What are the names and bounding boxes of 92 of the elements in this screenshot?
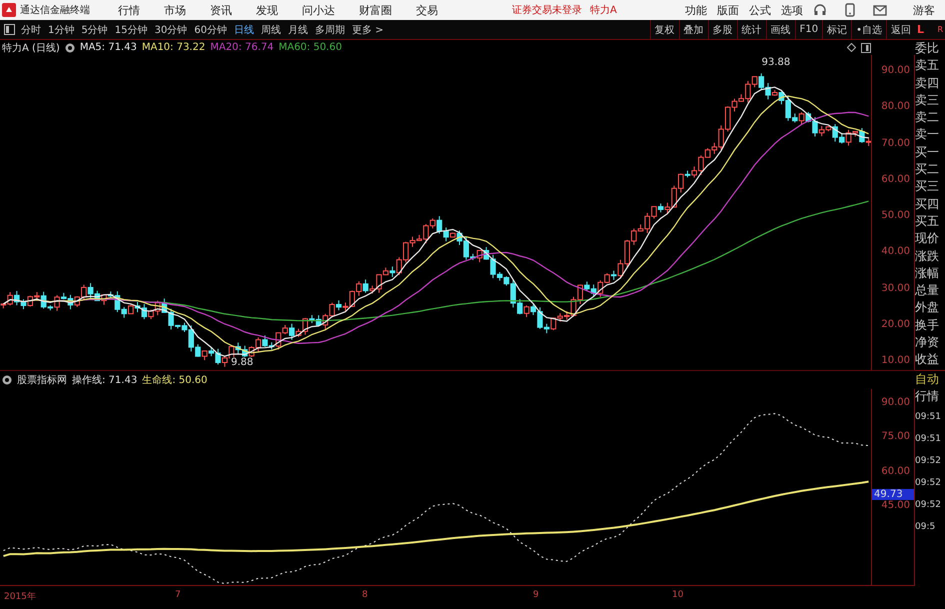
period-tab[interactable]: 分时: [21, 22, 41, 36]
headset-icon[interactable]: [813, 3, 827, 17]
panel-label: R: [937, 25, 943, 34]
quote-field-label: 买三: [915, 178, 940, 196]
price-axis-label: 20.00: [881, 318, 910, 330]
trade-time: 09:51: [915, 432, 942, 446]
menu-item[interactable]: 市场: [164, 2, 186, 18]
price-axis-label: 80.00: [881, 101, 910, 112]
high-price-label: 93.88: [760, 57, 792, 68]
quote-field-label: 涨跌: [915, 248, 940, 265]
trade-panel-label: 自动: [915, 371, 940, 388]
period-tab[interactable]: 30分钟: [154, 22, 188, 36]
quote-field-label: 收益: [915, 351, 940, 368]
quote-field-label: 外盘: [915, 299, 940, 316]
ma-value: MA60: 50.60: [278, 42, 342, 53]
period-tab[interactable]: 多周期: [314, 22, 345, 36]
current-value-marker: 49.73: [872, 489, 914, 500]
period-tab[interactable]: 周线: [260, 22, 281, 36]
quote-field-label: 卖一: [915, 126, 940, 144]
quote-field-label: 卖三: [915, 92, 940, 109]
menu-item[interactable]: 财富圈: [359, 2, 392, 18]
trade-time: 09:52: [915, 498, 942, 512]
quote-field-label: 买四: [915, 196, 940, 213]
date-axis-label: 9: [533, 590, 539, 600]
quote-field-label: 现价: [915, 230, 940, 248]
stock-name: 特力A: [590, 4, 617, 17]
menu-item[interactable]: 版面: [717, 2, 739, 18]
price-axis-label: 70.00: [881, 138, 910, 148]
trade-time: 09:51: [915, 410, 942, 424]
indicator-axis-label: 45.00: [881, 500, 910, 512]
indicator-axis-label: 90.00: [881, 397, 910, 408]
menu-item[interactable]: 选项: [781, 2, 803, 18]
menu-item[interactable]: 问小达: [302, 2, 335, 18]
indicator-value: 操作线: 71.43: [72, 374, 138, 387]
period-tab[interactable]: 5分钟: [81, 22, 108, 36]
period-tab[interactable]: 15分钟: [114, 22, 148, 36]
guest-user[interactable]: 游客: [913, 2, 935, 18]
menu-item[interactable]: 资讯: [210, 2, 232, 18]
phone-icon[interactable]: [845, 3, 855, 17]
quote-field-label: 净资: [915, 334, 940, 352]
menu-item[interactable]: 公式: [749, 2, 771, 18]
quote-field-label: 委比: [915, 40, 940, 57]
diamond-icon[interactable]: [847, 43, 856, 52]
app-title: 通达信金融终端: [20, 4, 90, 17]
quote-field-label: 卖二: [915, 109, 940, 126]
period-tab[interactable]: 月线: [288, 22, 308, 36]
price-axis-label: 40.00: [881, 246, 910, 258]
price-axis-label: 50.00: [881, 210, 910, 221]
settings-circle-icon[interactable]: [64, 42, 75, 52]
quote-field-label: 买二: [915, 161, 940, 178]
quote-field-label: 买一: [915, 144, 940, 161]
date-axis-label: 7: [175, 590, 181, 600]
price-axis-label: 60.00: [881, 174, 910, 185]
ma-value: MA10: 73.22: [142, 42, 206, 53]
trade-time: 09:52: [915, 476, 942, 490]
login-notice: 证券交易未登录: [512, 4, 582, 17]
quote-field-label: 总量: [915, 282, 940, 300]
price-axis-label: 90.00: [881, 65, 910, 76]
panel-toggle-icon[interactable]: [861, 42, 871, 52]
date-axis-label: 8: [362, 590, 368, 600]
indicator-axis-label: 75.00: [881, 431, 910, 442]
quote-field-label: 买五: [915, 212, 940, 230]
quote-field-label: 卖四: [915, 74, 940, 92]
trade-time: 09:52: [915, 454, 942, 468]
chart-title: 特力A (日线): [2, 42, 60, 54]
date-axis-label: 2015年: [4, 590, 36, 603]
quote-field-label: 卖五: [915, 57, 940, 74]
ma-value: MA5: 71.43: [80, 42, 137, 53]
indicator-axis-label: 60.00: [881, 466, 910, 477]
period-tab[interactable]: 更多 >: [352, 22, 384, 36]
trade-time: 09:5: [915, 520, 936, 534]
period-tab[interactable]: 1分钟: [48, 22, 74, 36]
trade-panel-label: 行情: [915, 388, 940, 406]
date-axis-label: 10: [672, 590, 684, 600]
period-tab[interactable]: 60分钟: [194, 22, 227, 36]
mail-icon[interactable]: [873, 4, 887, 16]
quote-field-label: 换手: [915, 316, 940, 334]
menu-item[interactable]: 交易: [416, 2, 438, 18]
panel-label: L: [917, 23, 924, 36]
quote-field-label: 涨幅: [915, 264, 940, 282]
ma-value: MA20: 76.74: [210, 42, 274, 53]
menu-item[interactable]: 功能: [685, 2, 707, 18]
low-price-label: 9.88: [230, 357, 254, 368]
settings-circle-icon[interactable]: [2, 375, 12, 385]
panel-toggle-icon[interactable]: [4, 24, 15, 35]
indicator-value: 生命线: 50.60: [142, 374, 208, 387]
period-tab[interactable]: 日线: [234, 22, 254, 36]
price-axis-label: 30.00: [881, 282, 910, 294]
menu-item[interactable]: 行情: [118, 2, 140, 18]
price-axis-label: 10.00: [881, 355, 910, 366]
indicator-name: 股票指标网: [17, 374, 67, 387]
menu-item[interactable]: 发现: [256, 2, 278, 18]
